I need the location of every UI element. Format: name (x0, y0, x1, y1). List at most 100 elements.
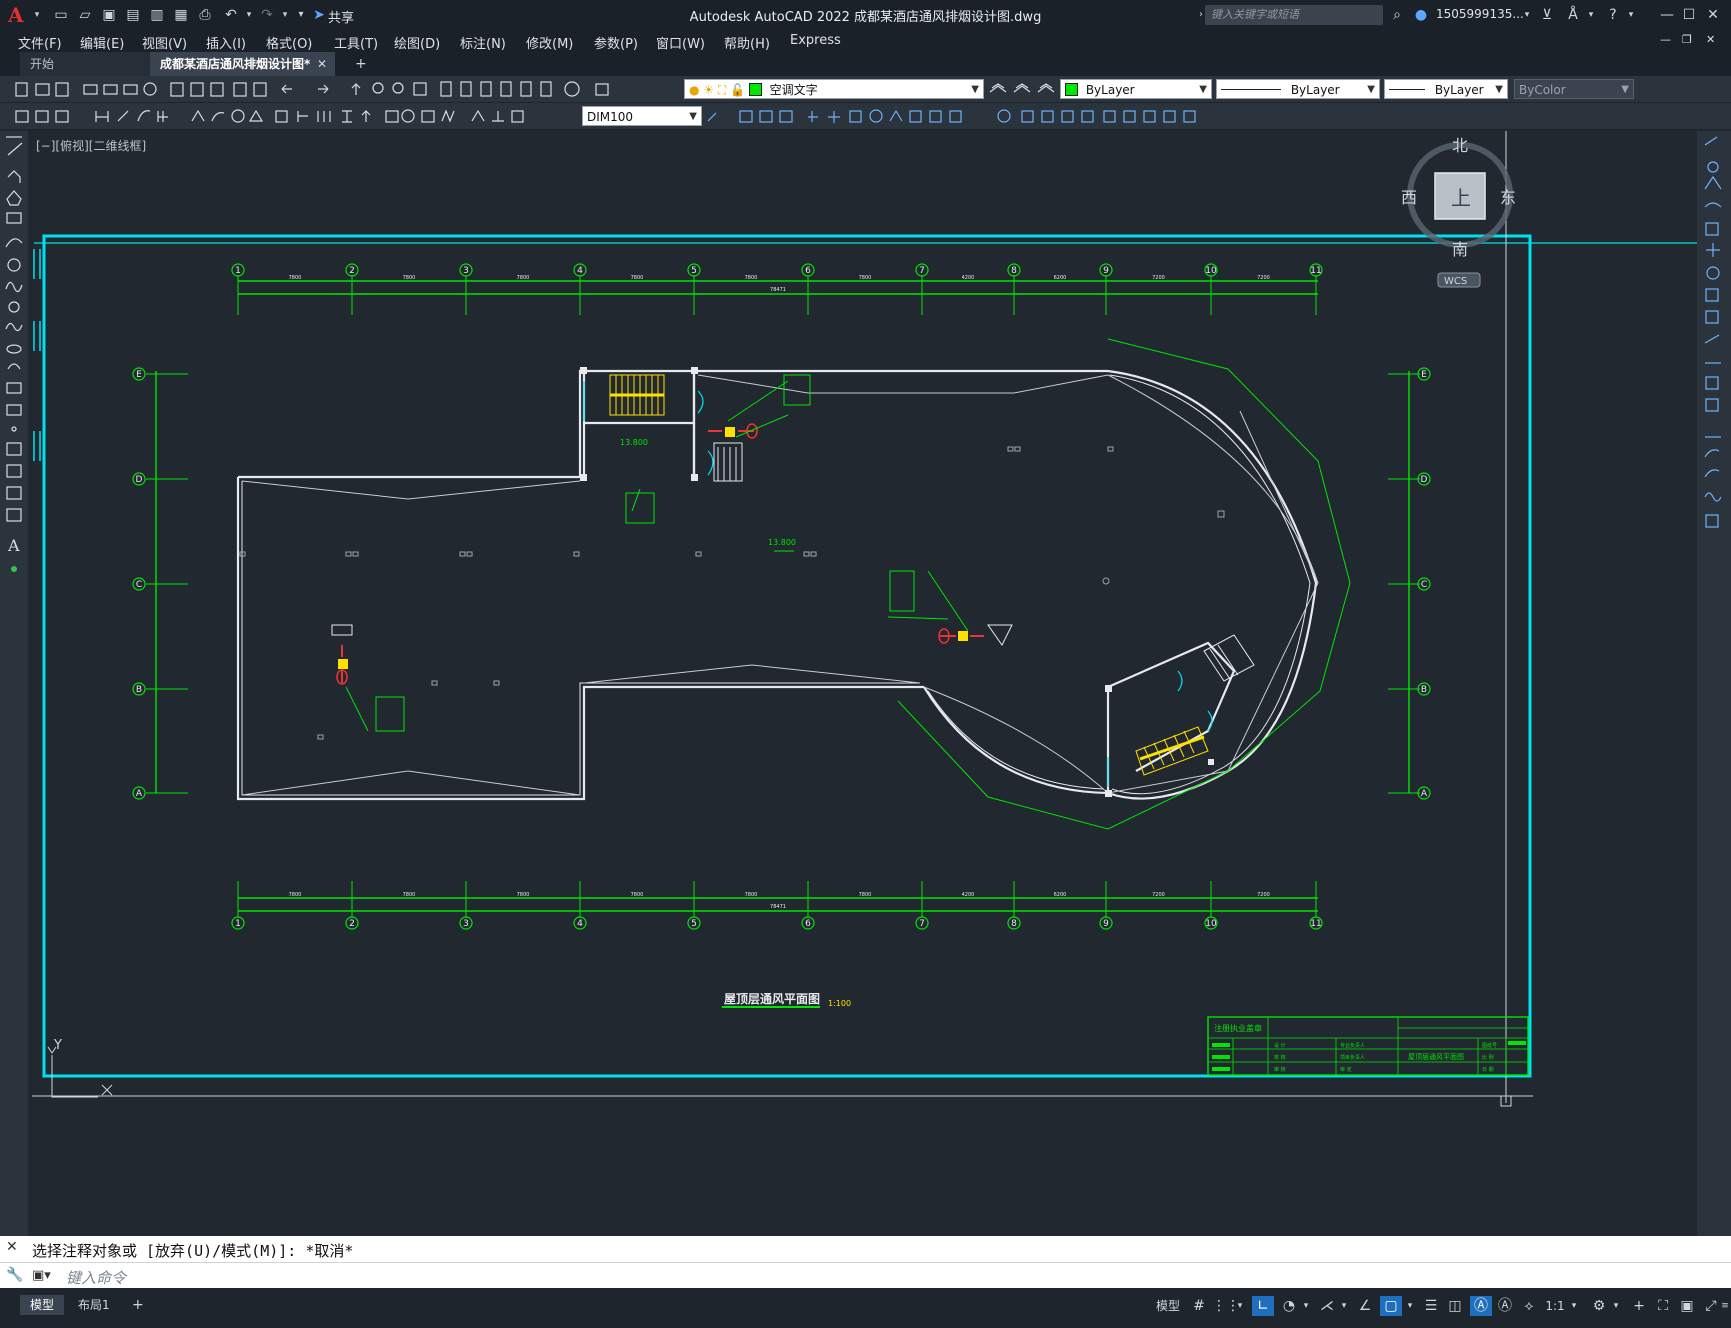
snap-icon[interactable]: ⋮⋮ (1212, 1296, 1240, 1316)
menu-bar: 文件(F) 编辑(E) 视图(V) 插入(I) 格式(O) 工具(T) 绘图(D… (0, 30, 1731, 52)
sheet-border (42, 234, 1532, 1078)
scale-dropdown-icon[interactable]: ▾ (1568, 1296, 1580, 1316)
maximize-icon[interactable]: ☐ (1680, 6, 1698, 24)
viewcube-top-face[interactable]: 上 (1451, 186, 1471, 210)
compass-east[interactable]: 东 (1500, 188, 1516, 207)
object-snap-tracking-icon[interactable]: ∠ (1354, 1296, 1376, 1316)
menu-edit[interactable]: 编辑(E) (80, 33, 124, 52)
dim-span-bottom: 6200 (1054, 892, 1067, 898)
menu-express[interactable]: Express (790, 33, 841, 48)
menu-parametric[interactable]: 参数(P) (594, 33, 638, 52)
grid-row-label: E (1421, 370, 1427, 380)
isodraft-dropdown-icon[interactable]: ▾ (1338, 1296, 1350, 1316)
grid-col-label: 10 (1205, 919, 1217, 929)
annotation-scale-value[interactable]: 1:1 (1542, 1296, 1568, 1316)
doc-restore-icon[interactable]: ❐ (1682, 33, 1692, 46)
compass-west[interactable]: 西 (1401, 188, 1417, 207)
new-tab-button[interactable]: + (345, 52, 369, 76)
customization-icon[interactable]: ≡ (1720, 1296, 1730, 1316)
model-space-button[interactable]: 模型 (1152, 1296, 1184, 1316)
lineweight-dropdown[interactable]: ByLayer ▼ (1384, 79, 1508, 99)
auto-scale-icon[interactable]: Ⓐ (1494, 1296, 1516, 1316)
color-dropdown[interactable]: ByLayer ▼ (1060, 79, 1212, 99)
close-tab-icon[interactable]: ✕ (317, 52, 327, 76)
search-input[interactable]: 键入关键字或短语 (1205, 5, 1383, 25)
user-account[interactable]: 1505999135... (1436, 7, 1524, 21)
user-icon[interactable]: ● (1412, 6, 1430, 24)
tab-drawing[interactable]: 成都某酒店通风排烟设计图* ✕ (150, 52, 335, 76)
tab-layout1[interactable]: 布局1 (68, 1295, 120, 1315)
compass-north[interactable]: 北 (1452, 136, 1468, 155)
standard-toolbar: ● ☀ ⛶ 🔓 空调文字 ▼ ByLayer ▼ ByLayer ▼ ByLay… (0, 76, 1731, 103)
annotation-monitor-icon[interactable]: + (1628, 1296, 1650, 1316)
doc-minimize-icon[interactable]: — (1660, 33, 1671, 46)
grid-row-label: B (136, 685, 142, 695)
doc-close-icon[interactable]: ✕ (1706, 33, 1715, 46)
account-dropdown-icon[interactable]: ▾ (1518, 6, 1536, 24)
draw-tools-icons[interactable]: A (0, 131, 28, 591)
tab-start[interactable]: 开始 (20, 52, 150, 76)
osnap-dropdown-icon[interactable]: ▾ (1404, 1296, 1416, 1316)
tab-model[interactable]: 模型 (20, 1295, 65, 1315)
viewcube[interactable]: 上 北 南 东 西 WCS (1401, 136, 1516, 288)
annotation-scale-icon[interactable]: ⟡ (1518, 1296, 1540, 1316)
linetype-dropdown[interactable]: ByLayer ▼ (1216, 79, 1380, 99)
menu-help[interactable]: 帮助(H) (724, 33, 770, 52)
menu-modify[interactable]: 修改(M) (526, 33, 573, 52)
menu-tools[interactable]: 工具(T) (334, 33, 378, 52)
add-layout-button[interactable]: + (122, 1295, 154, 1315)
polar-icon[interactable]: ◔ (1278, 1296, 1300, 1316)
object-snap-icon[interactable]: ▢ (1380, 1296, 1402, 1316)
menu-draw[interactable]: 绘图(D) (394, 33, 440, 52)
hardware-acceleration-icon[interactable]: ▣ (1676, 1296, 1698, 1316)
drawing-canvas[interactable]: [−][俯视][二维线框] 1 2 3 4 5 6 7 8 9 10 11 1 2 3 4 5 6 7 8 9 10 1… (28, 131, 1697, 1236)
compass-south[interactable]: 南 (1452, 240, 1468, 259)
menu-format[interactable]: 格式(O) (266, 33, 312, 52)
modify-tools-icons[interactable] (704, 103, 1214, 129)
layer-tools-icons[interactable] (984, 76, 1064, 102)
workspace-gear-icon[interactable]: ⚙ (1588, 1296, 1610, 1316)
ortho-icon[interactable]: ∟ (1252, 1296, 1274, 1316)
menu-window[interactable]: 窗口(W) (656, 33, 705, 52)
annotation-visibility-icon[interactable]: Ⓐ (1470, 1296, 1492, 1316)
snap-dropdown-icon[interactable]: ▾ (1234, 1296, 1246, 1316)
standard-tools-icons[interactable] (6, 76, 696, 102)
minimize-icon[interactable]: — (1658, 6, 1676, 24)
polar-dropdown-icon[interactable]: ▾ (1300, 1296, 1312, 1316)
dimension-toolbar: DIM100 ▼ (0, 103, 1731, 130)
app-dropdown-icon[interactable]: ▾ (1582, 6, 1600, 24)
dimstyle-dropdown[interactable]: DIM100 ▼ (582, 106, 702, 126)
title-block-row: 审 核 (1274, 1066, 1286, 1073)
close-window-icon[interactable]: ✕ (1704, 6, 1722, 24)
wrench-icon[interactable]: 🔧 (6, 1267, 23, 1283)
wcs-menu[interactable]: WCS (1444, 276, 1467, 287)
autodesk-app-icon[interactable]: Å (1564, 6, 1582, 24)
menu-file[interactable]: 文件(F) (18, 33, 62, 52)
clean-screen-icon[interactable]: ⤢ (1700, 1296, 1722, 1316)
workspace-dropdown-icon[interactable]: ▾ (1610, 1296, 1622, 1316)
dim-span-bottom: 7800 (289, 892, 302, 898)
lineweight-icon[interactable]: ☰ (1420, 1296, 1442, 1316)
modify-strip-icons[interactable] (1697, 131, 1731, 551)
isodraft-icon[interactable]: ⋌ (1316, 1296, 1338, 1316)
file-tab-bar: 开始 成都某酒店通风排烟设计图* ✕ + (0, 52, 1731, 77)
plotstyle-dropdown[interactable]: ByColor ▼ (1514, 79, 1634, 99)
layer-dropdown[interactable]: ● ☀ ⛶ 🔓 空调文字 ▼ (684, 79, 984, 99)
menu-view[interactable]: 视图(V) (142, 33, 187, 52)
grid-icon[interactable]: # (1188, 1296, 1210, 1316)
menu-insert[interactable]: 插入(I) (206, 33, 246, 52)
transparency-icon[interactable]: ◫ (1444, 1296, 1466, 1316)
recent-commands-icon[interactable]: ▣▾ (32, 1268, 51, 1283)
units-icon[interactable]: ⛶ (1652, 1296, 1674, 1316)
command-input-bar[interactable]: 🔧 ▣▾ 键入命令 (0, 1262, 1731, 1289)
dimension-tools-icons[interactable] (6, 103, 586, 129)
search-icon[interactable]: ⌕ (1388, 6, 1406, 24)
command-input[interactable]: 键入命令 (66, 1267, 126, 1288)
help-dropdown-icon[interactable]: ▾ (1622, 6, 1640, 24)
cart-icon[interactable]: ⊻ (1538, 6, 1556, 24)
close-command-line-icon[interactable]: ✕ (6, 1239, 18, 1255)
help-icon[interactable]: ? (1604, 6, 1622, 24)
menu-dimension[interactable]: 标注(N) (460, 33, 506, 52)
floor-plan-drawing: 1 2 3 4 5 6 7 8 9 10 11 1 2 3 4 5 6 7 8 9 10 11 E ED DC CB BA A 7… (32, 131, 1697, 1107)
dim-span-bottom: 7800 (517, 892, 530, 898)
